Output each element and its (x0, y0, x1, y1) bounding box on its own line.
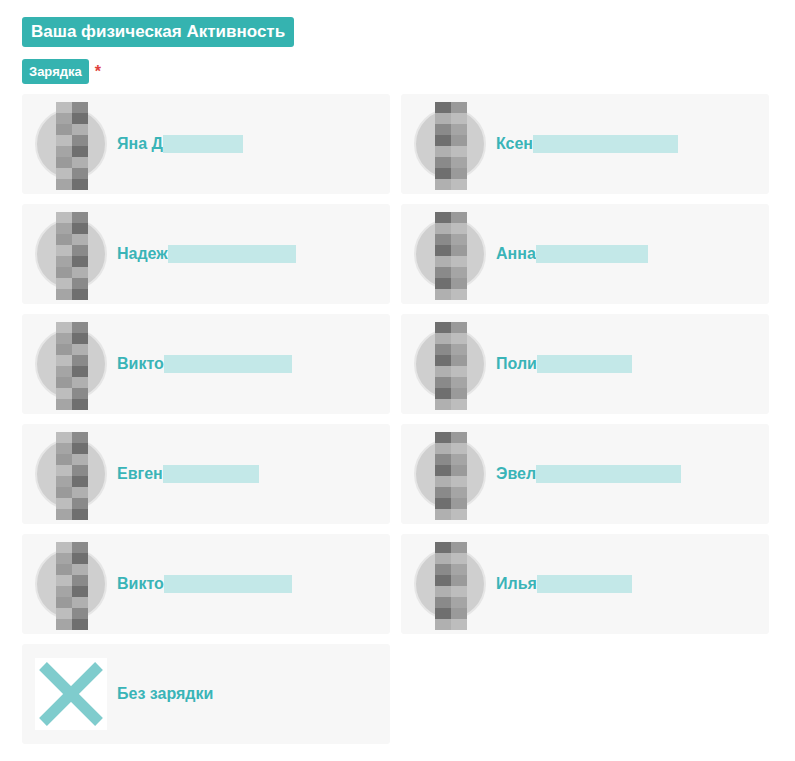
name-redaction (163, 135, 243, 153)
photo-pixelation (435, 322, 467, 410)
photo-pixelation (435, 432, 467, 520)
photo-pixelation (56, 212, 88, 300)
options-grid: Яна Д Ксен Надеж Анна Викто Поли Евген Эвел Викт… (22, 94, 769, 744)
cross-icon (35, 658, 107, 730)
photo-pixelation (56, 432, 88, 520)
option-name: Без зарядки (117, 685, 213, 703)
avatar-photo (35, 438, 107, 510)
photo-pixelation (435, 542, 467, 630)
photo-pixelation (435, 212, 467, 300)
photo-pixelation (435, 102, 467, 190)
name-redaction (537, 355, 632, 373)
option-name: Викто (117, 575, 164, 593)
photo-pixelation (56, 322, 88, 410)
name-redaction (168, 245, 296, 263)
avatar-photo (414, 438, 486, 510)
option-name: Ксен (496, 135, 533, 153)
option-name: Анна (496, 245, 536, 263)
avatar-photo (35, 328, 107, 400)
option-name: Эвел (496, 465, 536, 483)
option-card[interactable]: Эвел (401, 424, 769, 524)
field-label-row: Зарядка * (22, 59, 769, 84)
option-name: Поли (496, 355, 537, 373)
option-card[interactable]: Евген (22, 424, 390, 524)
option-name: Евген (117, 465, 163, 483)
option-card[interactable]: Надеж (22, 204, 390, 304)
field-label: Зарядка (22, 59, 89, 84)
option-card[interactable]: Викто (22, 314, 390, 414)
avatar-photo (35, 218, 107, 290)
avatar-photo (414, 328, 486, 400)
avatar-photo (35, 108, 107, 180)
name-redaction (164, 575, 292, 593)
avatar-photo (414, 108, 486, 180)
avatar-photo (35, 548, 107, 620)
option-card[interactable]: Илья (401, 534, 769, 634)
name-redaction (164, 355, 292, 373)
option-card[interactable]: Ксен (401, 94, 769, 194)
name-redaction (533, 135, 678, 153)
name-redaction (536, 245, 648, 263)
option-card[interactable]: Анна (401, 204, 769, 304)
option-name: Илья (496, 575, 537, 593)
option-card[interactable]: Яна Д (22, 94, 390, 194)
option-card[interactable]: Викто (22, 534, 390, 634)
option-name: Викто (117, 355, 164, 373)
avatar-photo (414, 218, 486, 290)
name-redaction (536, 465, 681, 483)
name-redaction (163, 465, 259, 483)
option-name: Яна Д (117, 135, 163, 153)
photo-pixelation (56, 542, 88, 630)
name-redaction (537, 575, 632, 593)
avatar-photo (414, 548, 486, 620)
section-title: Ваша физическая Активность (22, 17, 294, 47)
photo-pixelation (56, 102, 88, 190)
option-card[interactable]: Без зарядки (22, 644, 390, 744)
option-card[interactable]: Поли (401, 314, 769, 414)
required-mark: * (95, 63, 101, 81)
option-name: Надеж (117, 245, 168, 263)
